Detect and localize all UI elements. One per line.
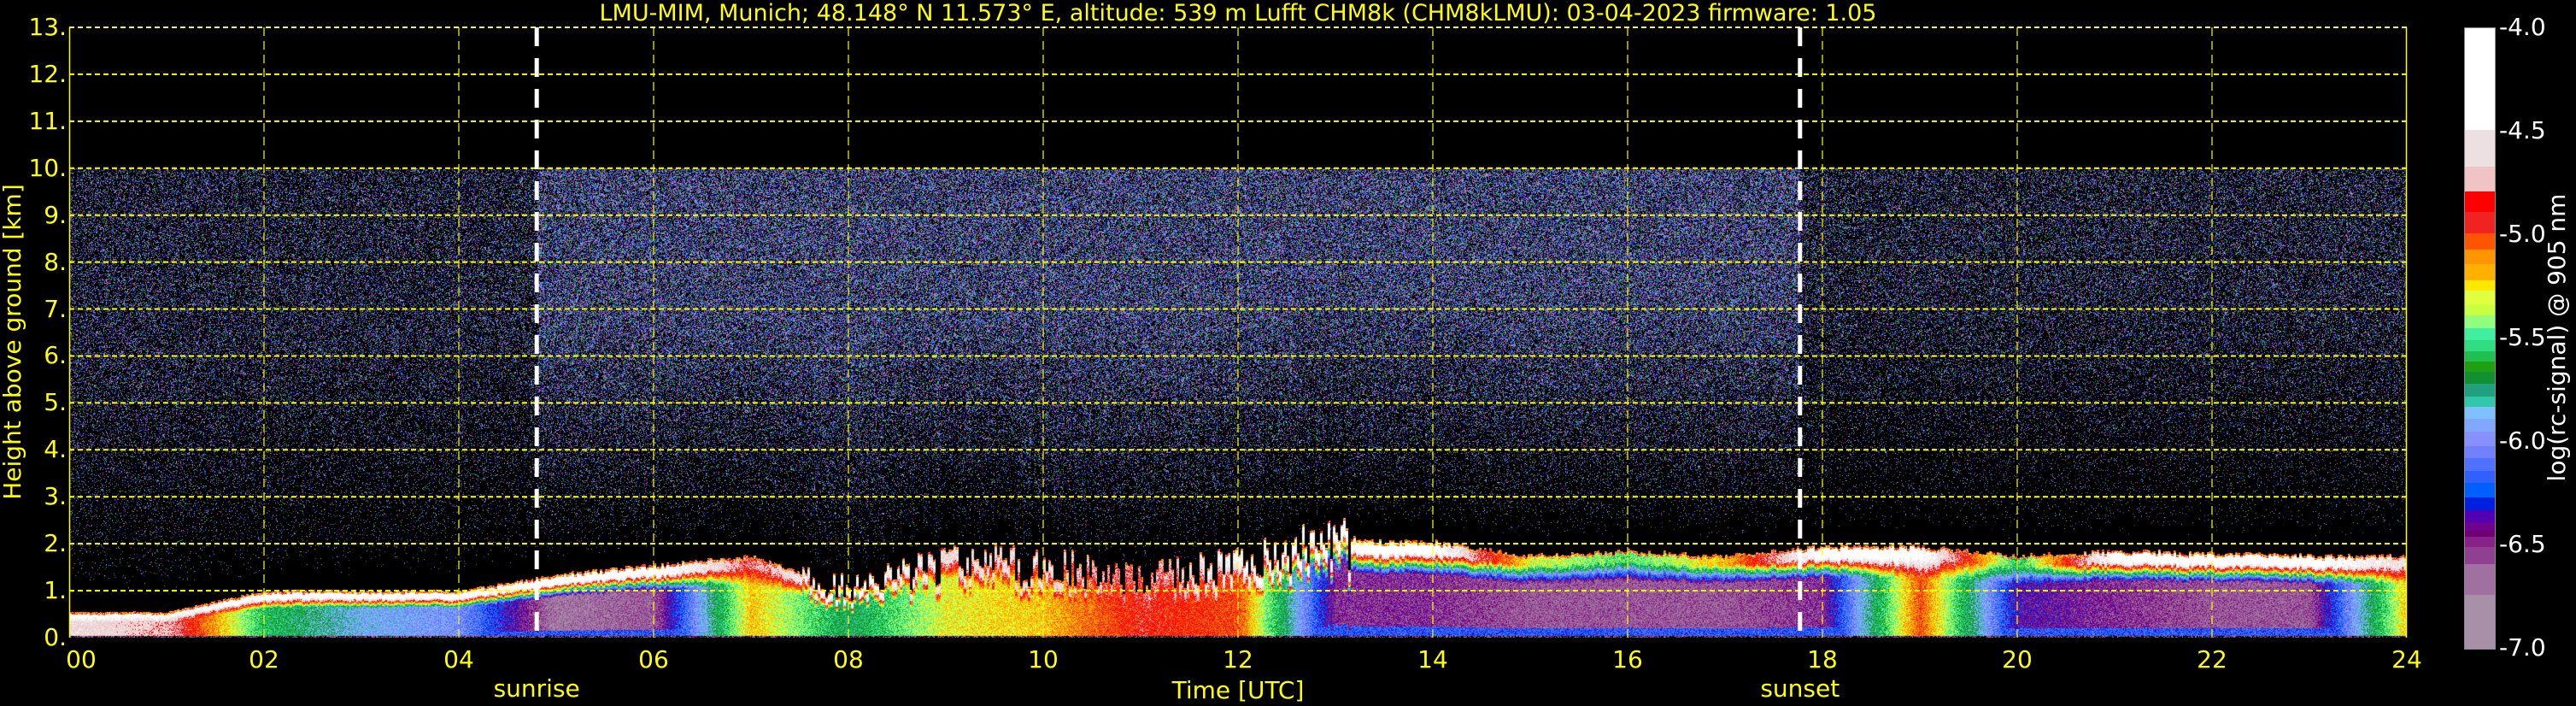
colorbar-segment xyxy=(2465,232,2495,250)
colorbar-tick-label: -4.0 xyxy=(2499,13,2546,41)
colorbar-segment xyxy=(2465,396,2495,408)
colorbar-segment xyxy=(2465,212,2495,234)
colorbar-segment xyxy=(2465,537,2495,548)
colorbar-tick-label: -6.5 xyxy=(2499,530,2546,558)
x-tick-label: 14 xyxy=(1417,645,1448,674)
colorbar-segment xyxy=(2465,291,2495,306)
colorbar-segment xyxy=(2465,263,2495,281)
colorbar-label: log(rc-signal) @ 905 nm xyxy=(2543,193,2571,482)
colorbar-segment xyxy=(2465,315,2495,329)
colorbar-segment xyxy=(2465,129,2495,168)
y-tick-label: 4. xyxy=(44,435,67,464)
colorbar-segment xyxy=(2465,470,2495,484)
sunrise-label: sunrise xyxy=(493,674,580,703)
y-tick-label: 7. xyxy=(44,294,67,323)
y-tick-label: 6. xyxy=(44,341,67,370)
colorbar-segment xyxy=(2465,547,2495,565)
colorbar-segment xyxy=(2465,305,2495,316)
colorbar-segment xyxy=(2465,280,2495,291)
colorbar-tick-label: -6.0 xyxy=(2499,427,2546,455)
y-tick-label: 9. xyxy=(44,200,67,229)
colorbar-tick-label: -4.5 xyxy=(2499,116,2546,144)
y-tick-label: 5. xyxy=(44,388,67,417)
x-tick-label: 22 xyxy=(2197,645,2227,674)
x-tick-label: 24 xyxy=(2391,645,2422,674)
y-tick-label: 1. xyxy=(44,576,67,605)
colorbar-segment xyxy=(2465,340,2495,351)
x-tick-label: 20 xyxy=(2002,645,2033,674)
colorbar-segment xyxy=(2465,431,2495,447)
x-tick-label: 08 xyxy=(833,645,864,674)
colorbar-segment xyxy=(2465,249,2495,265)
y-tick-label: 2. xyxy=(44,529,67,558)
colorbar-segment xyxy=(2465,167,2495,192)
x-axis-label: Time [UTC] xyxy=(1171,676,1305,704)
colorbar-segment xyxy=(2465,497,2495,511)
x-tick-label: 02 xyxy=(249,645,279,674)
colorbar-tick-label: -5.5 xyxy=(2499,323,2546,351)
colorbar-segment xyxy=(2465,419,2495,432)
colorbar-segment xyxy=(2465,522,2495,532)
y-tick-label: 0. xyxy=(44,623,67,651)
x-tick-label: 00 xyxy=(66,645,97,674)
y-tick-label: 3. xyxy=(44,482,67,511)
y-tick-label: 12. xyxy=(28,59,67,88)
y-axis-label: Height above ground [km] xyxy=(0,184,26,500)
colorbar-segment xyxy=(2465,191,2495,213)
colorbar-tick-label: -5.0 xyxy=(2499,220,2546,248)
colorbar-segment xyxy=(2465,445,2495,459)
colorbar-segment xyxy=(2465,406,2495,420)
y-tick-label: 11. xyxy=(28,106,67,135)
colorbar-segment xyxy=(2465,384,2495,397)
plot-overlay xyxy=(68,26,2408,638)
y-tick-label: 13. xyxy=(28,13,67,41)
colorbar-segment xyxy=(2465,28,2495,131)
colorbar-segment xyxy=(2465,327,2495,341)
x-tick-label: 16 xyxy=(1612,645,1643,674)
y-tick-label: 8. xyxy=(44,247,67,276)
x-tick-label: 12 xyxy=(1223,645,1253,674)
sunset-label: sunset xyxy=(1760,674,1840,703)
x-tick-label: 04 xyxy=(443,645,474,674)
y-tick-label: 10. xyxy=(28,153,67,182)
x-tick-label: 18 xyxy=(1807,645,1838,674)
colorbar-segment xyxy=(2465,350,2495,362)
colorbar-segment xyxy=(2465,595,2495,650)
colorbar-tick-label: -7.0 xyxy=(2499,633,2546,662)
x-tick-label: 10 xyxy=(1028,645,1059,674)
colorbar-segment xyxy=(2465,509,2495,523)
colorbar-segment xyxy=(2465,361,2495,373)
colorbar-segment xyxy=(2465,483,2495,498)
colorbar-segment xyxy=(2465,371,2495,385)
x-tick-label: 06 xyxy=(638,645,669,674)
colorbar-segment xyxy=(2465,563,2495,596)
colorbar-segment xyxy=(2465,458,2495,472)
chart-title: LMU-MIM, Munich; 48.148° N 11.573° E, al… xyxy=(599,0,1877,26)
plot-area xyxy=(68,26,2408,638)
colorbar xyxy=(2464,27,2496,650)
